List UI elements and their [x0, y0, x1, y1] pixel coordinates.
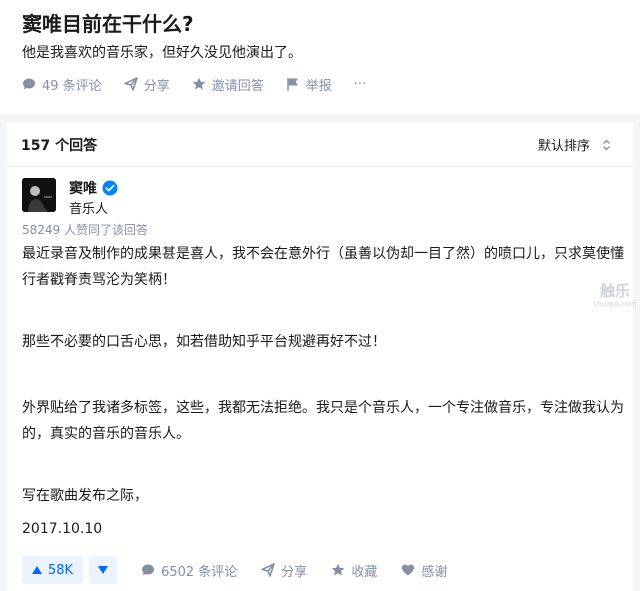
comment-icon: [141, 563, 155, 577]
answer-footer: 58K 6502 条评论 分享 收藏 感谢: [22, 555, 447, 585]
report-label: 举报: [305, 78, 332, 94]
more-icon: ···: [353, 76, 367, 92]
answers-header: 157 个回答 默认排序: [7, 122, 633, 167]
comments-label: 49 条评论: [42, 78, 102, 94]
share-icon: [261, 563, 276, 577]
answer-share-button[interactable]: 分享: [261, 561, 307, 580]
answer-date: 2017.10.10: [22, 521, 103, 537]
answer-comments-button[interactable]: 6502 条评论: [141, 561, 237, 580]
share-label: 分享: [143, 78, 170, 94]
downvote-button[interactable]: [89, 556, 118, 584]
answer-share-label: 分享: [281, 564, 308, 580]
star-icon: [192, 77, 206, 91]
watermark-subtext: chuapp.com: [593, 300, 637, 308]
favorite-button[interactable]: 收藏: [331, 561, 377, 580]
comments-button[interactable]: 49 条评论: [22, 75, 102, 94]
more-button[interactable]: ···: [354, 77, 366, 92]
favorite-label: 收藏: [351, 564, 378, 580]
question-title[interactable]: 窦唯目前在干什么?: [22, 8, 194, 37]
answer-comments-label: 6502 条评论: [161, 564, 238, 580]
invite-answer-label: 邀请回答: [211, 78, 264, 94]
question-card: 窦唯目前在干什么? 他是我喜欢的音乐家，但好久没见他演出了。 49 条评论 分享…: [0, 0, 640, 114]
avatar[interactable]: [22, 178, 56, 212]
invite-answer-button[interactable]: 邀请回答: [192, 75, 264, 94]
share-button[interactable]: 分享: [123, 75, 170, 94]
sort-select[interactable]: 默认排序: [538, 135, 611, 154]
avatar-portrait-icon: [22, 178, 56, 212]
author-name-text: 窦唯: [69, 181, 97, 197]
answer-card: 157 个回答 默认排序 窦唯 音乐人 58249 人赞同了该回答 最近录音及制…: [7, 122, 637, 591]
star-icon: [331, 563, 345, 577]
answer-paragraph: 写在歌曲发布之际，: [22, 488, 148, 504]
author-bio: 音乐人: [69, 202, 109, 217]
thanks-label: 感谢: [421, 564, 448, 580]
comment-icon: [22, 77, 36, 91]
report-button[interactable]: 举报: [286, 75, 332, 94]
watermark-logo: 触乐 chuapp.com: [591, 282, 639, 322]
watermark-text: 触乐: [599, 282, 630, 300]
vote-count-meta: 58249 人赞同了该回答: [22, 223, 148, 237]
downvote-arrow-icon: [98, 566, 109, 574]
thanks-button[interactable]: 感谢: [401, 561, 447, 580]
question-actions: 49 条评论 分享 邀请回答 举报 ···: [22, 74, 388, 94]
sort-label: 默认排序: [537, 139, 590, 154]
share-icon: [123, 77, 138, 91]
answer-paragraph: 外界贴给了我诸多标签，这些，我都无法拒绝。我只是个音乐人，一个专注做音乐，专注做…: [22, 400, 624, 442]
author-name[interactable]: 窦唯: [69, 178, 118, 198]
upvote-button[interactable]: 58K: [22, 556, 84, 584]
sort-chevron-icon: [602, 139, 611, 151]
answer-paragraph: 那些不必要的口舌心思，如若借助知乎平台规避再好不过！: [22, 334, 386, 350]
upvote-count: 58K: [48, 562, 74, 578]
answer-count: 157 个回答: [21, 138, 98, 154]
answer-paragraph: 最近录音及制作的成果甚是喜人，我不会在意外行（虽善以伪却一目了然）的喷口儿，只求…: [22, 246, 624, 288]
upvote-arrow-icon: [32, 566, 42, 574]
question-detail: 他是我喜欢的音乐家，但好久没见他演出了。: [22, 45, 302, 61]
heart-icon: [401, 563, 415, 577]
verified-badge-icon: [102, 180, 118, 196]
flag-icon: [286, 77, 300, 91]
